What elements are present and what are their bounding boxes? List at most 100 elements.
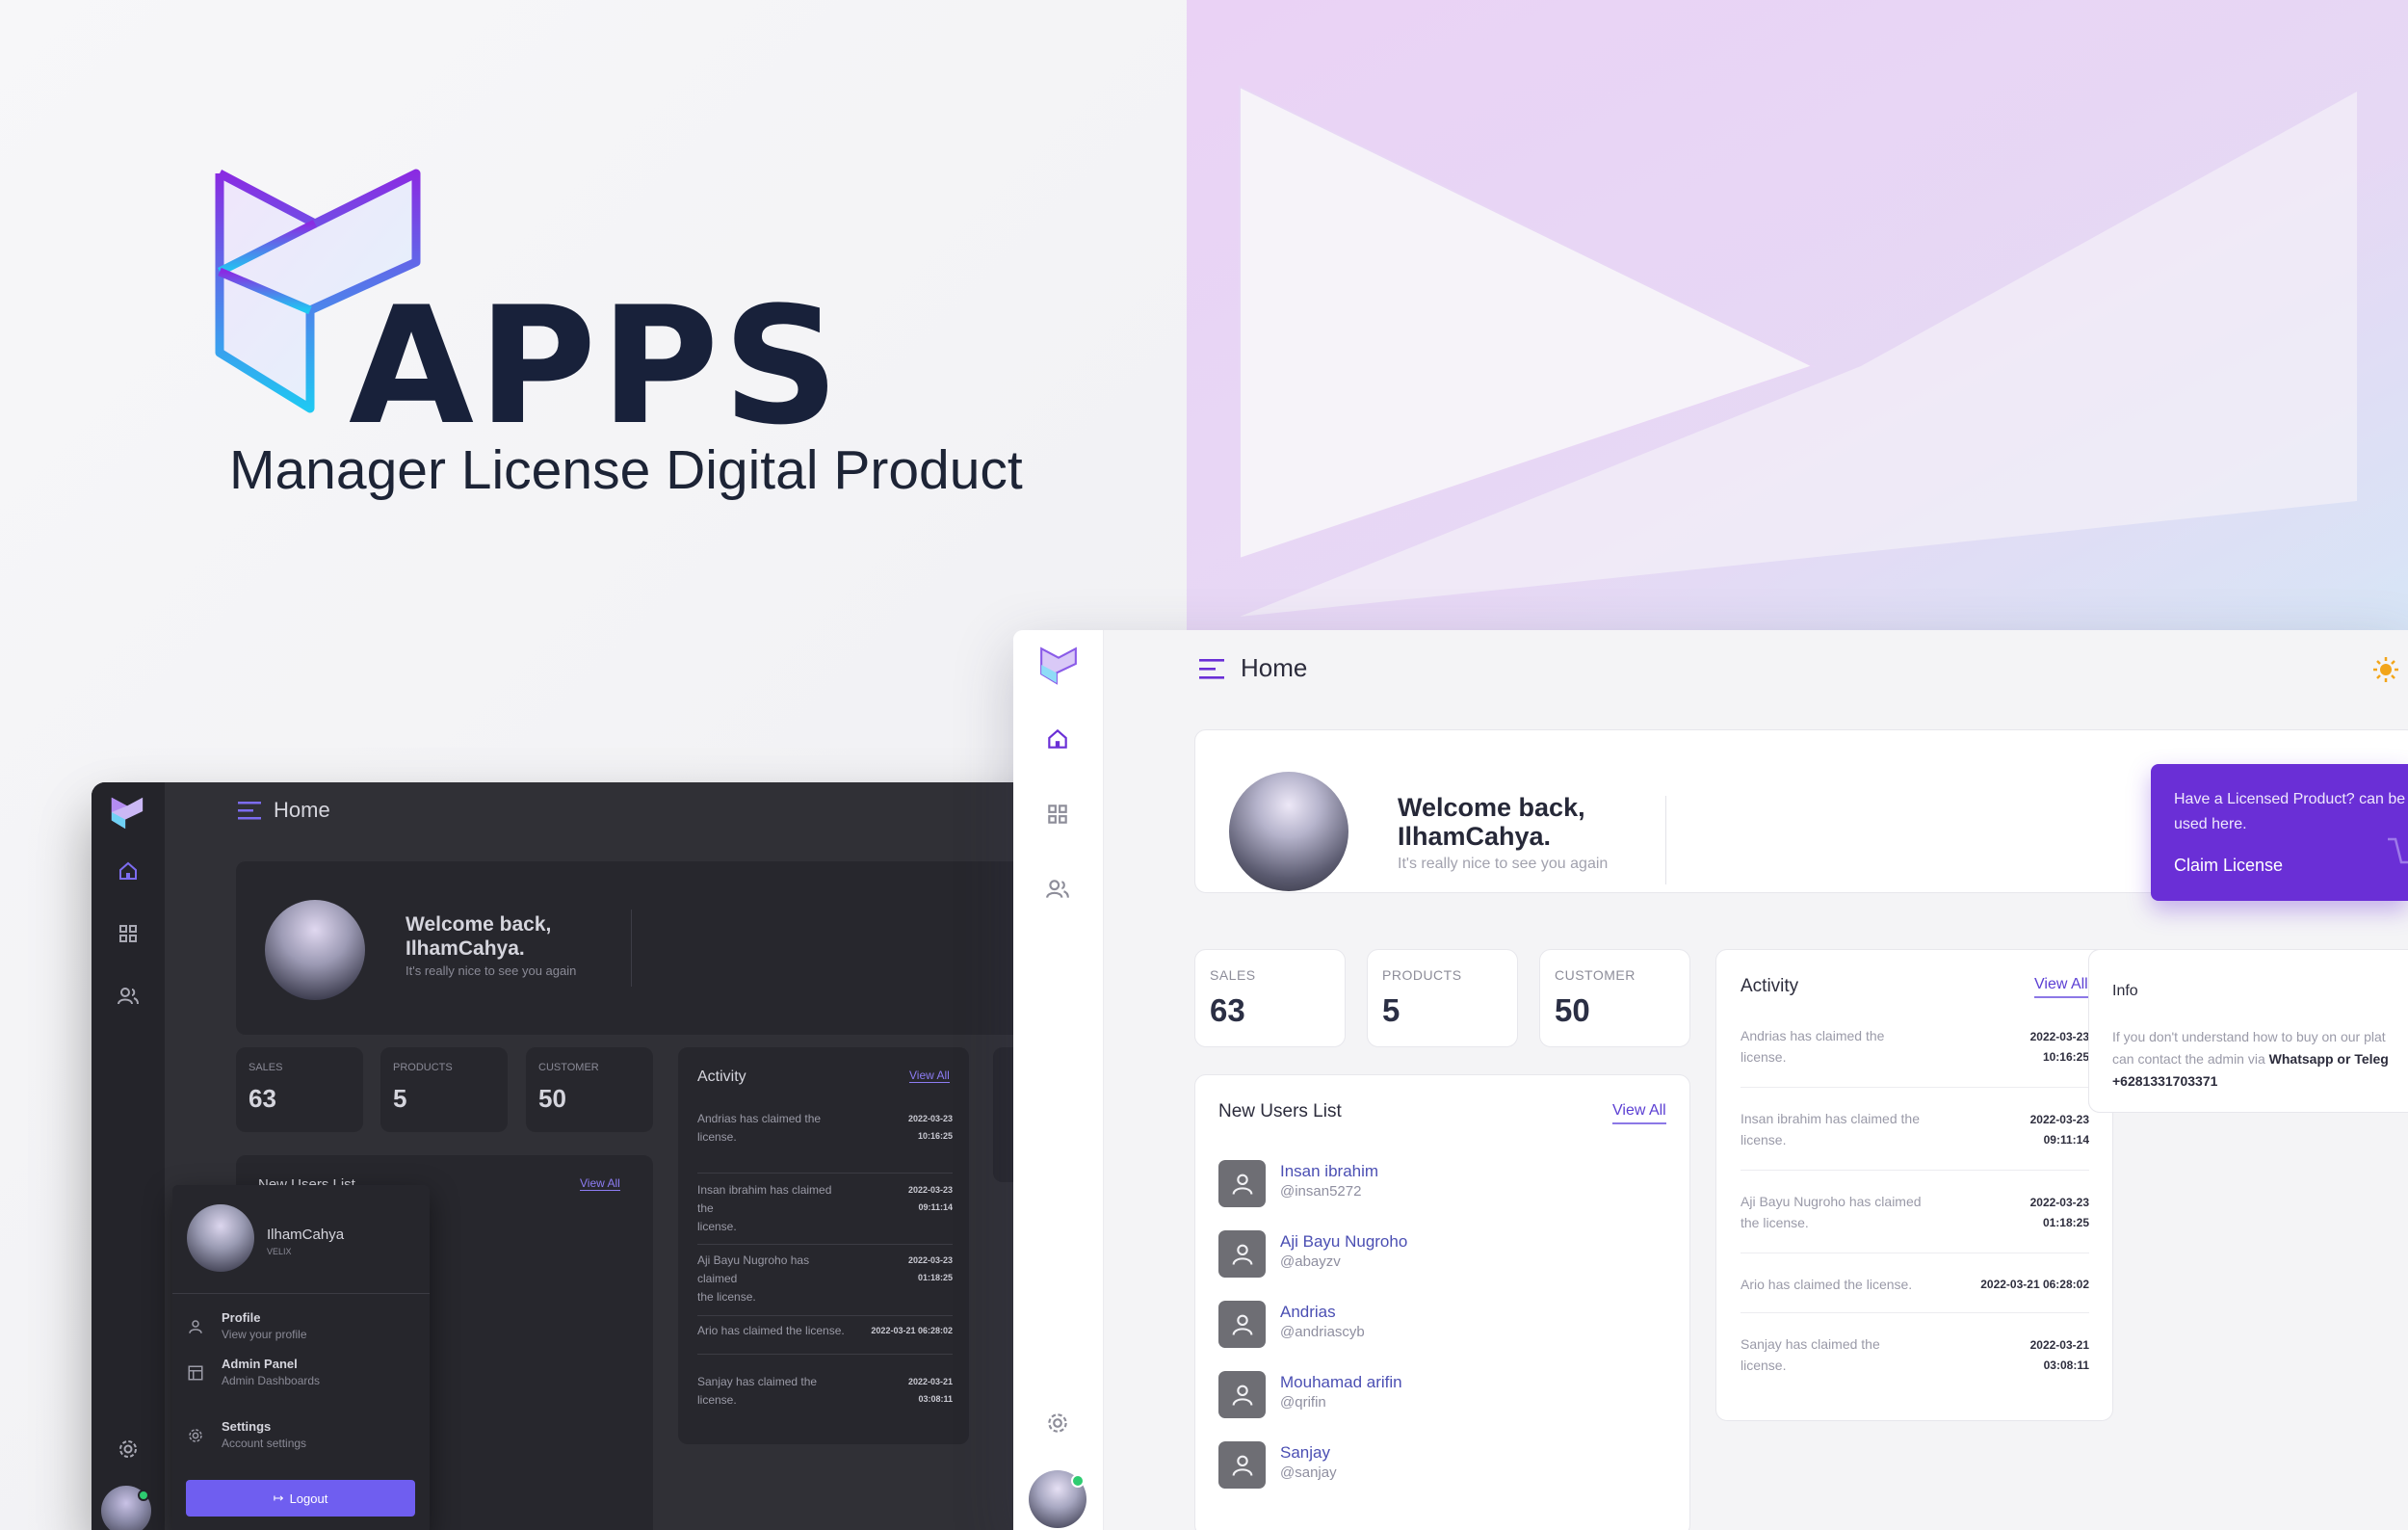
user-list-item[interactable]: Insan ibrahim @insan5272 [1218,1160,1662,1208]
dark-users-view-all[interactable]: View All [580,1176,620,1191]
dark-activity-text: Insan ibrahim has claimed the [697,1183,832,1215]
light-page-title: Home [1241,653,1308,682]
dark-sidebar-logo[interactable] [109,794,145,835]
dark-activity-view-all[interactable]: View All [909,1068,950,1083]
user-list-item[interactable]: Aji Bayu Nugroho @abayzv [1218,1230,1662,1279]
user-name[interactable]: Mouhamad arifin [1280,1373,1402,1392]
info-card-content: Info If you don't understand how to buy … [2088,949,2408,1113]
activity-text: Andrias has claimed the [1741,1028,1885,1043]
activity-time: 09:11:14 [2043,1133,2089,1147]
dark-grid-icon[interactable] [117,922,140,950]
stat-value: 5 [1382,992,1400,1028]
logout-icon: ↦ [273,1490,284,1505]
user-list-item[interactable]: Mouhamad arifin @qrifin [1218,1371,1662,1419]
user-avatar-icon [1218,1301,1266,1348]
dark-stat-label: PRODUCTS [393,1062,453,1073]
dropdown-item-profile[interactable]: Profile View your profile [187,1310,418,1349]
claim-license-button[interactable]: Claim License [2174,856,2283,876]
activity-title: Activity [1741,976,1799,996]
user-list-item[interactable]: Andrias @andriascyb [1218,1301,1662,1349]
dark-activity-item: Sanjay has claimed the license. 2022-03-2… [697,1373,953,1431]
decorative-logo-watermark [1187,0,2408,636]
dark-activity-text: the license. [697,1290,756,1304]
light-home-icon[interactable] [1045,726,1070,756]
light-stat-customer: CUSTOMER 50 [1539,949,1690,1047]
activity-date: 2022-03-23 [2029,1030,2089,1043]
dark-activity-item: Ario has claimed the license. 2022-03-21… [697,1322,953,1351]
user-name[interactable]: Sanjay [1280,1443,1330,1463]
new-users-title: New Users List [1218,1101,1342,1121]
claim-license-promo: Have a Licensed Product? can be used here… [2151,764,2408,901]
dark-stat-sales: SALES 63 [236,1047,363,1132]
activity-view-all[interactable]: View All [2034,976,2088,998]
activity-text: the license. [1741,1215,1809,1230]
divider [1741,1170,2089,1171]
light-sidebar-logo[interactable] [1038,645,1079,690]
dark-settings-icon[interactable] [117,1438,140,1465]
dropdown-item-title: Settings [222,1419,272,1434]
info-line2: can contact the admin via Whatsapp or Te… [2112,1051,2389,1067]
activity-text: Aji Bayu Nugroho has claimed [1741,1194,1922,1209]
dark-activity-text: Sanjay has claimed the [697,1375,818,1388]
dark-activity-time: 10:16:25 [917,1131,953,1141]
dark-page-title: Home [274,798,330,822]
dark-welcome-line1: Welcome back, [406,913,552,936]
light-welcome-avatar [1229,772,1348,891]
user-list-item[interactable]: Sanjay @sanjay [1218,1441,1662,1490]
dark-welcome-divider [631,910,632,987]
light-menu-icon[interactable] [1199,657,1224,685]
dark-activity-date: 2022-03-23 [907,1255,953,1265]
dark-stat-label: CUSTOMER [538,1062,599,1073]
light-welcome-line2: IlhamCahya. [1398,822,1552,851]
user-name[interactable]: Aji Bayu Nugroho [1280,1232,1407,1252]
user-name[interactable]: Insan ibrahim [1280,1162,1378,1181]
dark-menu-icon[interactable] [238,800,261,826]
light-stat-products: PRODUCTS 5 [1367,949,1518,1047]
dark-user-dropdown: IlhamCahya VELIX Profile View your profi… [172,1185,430,1530]
light-online-indicator [1071,1474,1085,1488]
dark-stat-products: PRODUCTS 5 [380,1047,508,1132]
info-title: Info [2112,983,2138,999]
user-handle: @andriascyb [1280,1324,1365,1340]
divider [697,1315,953,1316]
dark-activity-date: 2022-03-23 [907,1185,953,1195]
gear-icon [189,1429,202,1442]
dark-home-icon[interactable] [117,859,140,887]
logout-button[interactable]: ↦ Logout [186,1480,415,1517]
activity-time: 01:18:25 [2042,1216,2089,1229]
stat-value: 63 [1210,992,1245,1028]
dark-welcome-subtitle: It's really nice to see you again [406,963,577,978]
dropdown-username: IlhamCahya [267,1227,345,1243]
dark-activity-date: 2022-03-21 [907,1377,953,1386]
dark-activity-text: Aji Bayu Nugroho has claimed [697,1253,810,1285]
dropdown-avatar [187,1204,254,1272]
dark-activity-item: Andrias has claimed the license. 2022-03-… [697,1110,953,1168]
activity-text: license. [1741,1049,1787,1065]
dark-stat-value: 50 [538,1084,566,1113]
user-handle: @qrifin [1280,1394,1326,1411]
new-users-view-all[interactable]: View All [1612,1102,1666,1124]
activity-item: Andrias has claimed the license. 2022-03-… [1741,1025,2089,1073]
user-name[interactable]: Andrias [1280,1303,1336,1322]
info-phone[interactable]: +6281331703371 [2112,1073,2217,1089]
activity-text: Ario has claimed the license. [1741,1277,1913,1292]
divider [697,1354,953,1355]
sun-icon[interactable] [2371,655,2400,689]
brand-wordmark: APPS [349,272,844,461]
dropdown-item-admin-panel[interactable]: Admin Panel Admin Dashboards [187,1357,418,1395]
divider [697,1173,953,1174]
user-icon [189,1320,202,1333]
light-settings-icon[interactable] [1045,1411,1070,1440]
light-users-icon[interactable] [1045,877,1070,907]
dark-activity-text: license. [697,1220,737,1233]
user-handle: @abayzv [1280,1253,1341,1270]
table-icon [188,1365,203,1381]
user-avatar-icon [1218,1230,1266,1278]
dark-welcome-avatar [265,900,365,1000]
dropdown-item-settings[interactable]: Settings Account settings [187,1419,418,1458]
light-grid-icon[interactable] [1045,802,1070,831]
activity-time: 10:16:25 [2042,1050,2089,1064]
dark-users-icon[interactable] [117,985,140,1013]
dark-activity-date: 2022-03-21 06:28:02 [871,1326,953,1335]
activity-text: license. [1741,1132,1787,1148]
